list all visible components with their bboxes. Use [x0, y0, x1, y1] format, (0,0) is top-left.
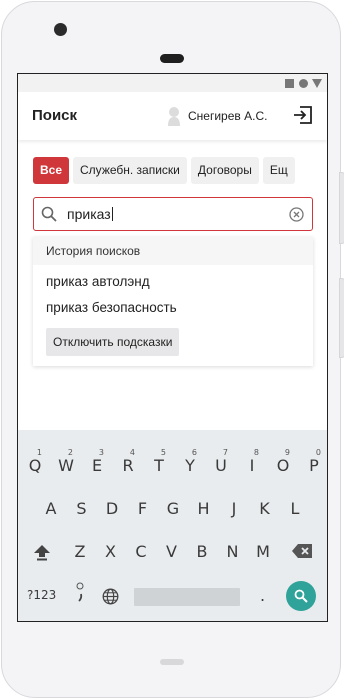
key-q[interactable]: Q1 — [26, 448, 44, 475]
key-l[interactable]: L — [286, 499, 304, 518]
status-bar — [18, 74, 327, 92]
key-label: Q — [28, 456, 42, 475]
volume-button — [339, 172, 344, 244]
app-bar: Поиск Снегирев А.С. — [18, 92, 327, 140]
clear-icon[interactable] — [289, 207, 304, 222]
power-button — [339, 278, 344, 358]
user-icon — [168, 107, 180, 126]
key-label: I — [249, 456, 255, 475]
key-o[interactable]: O9 — [274, 448, 292, 475]
filter-chips: Все Служебн. записки Договоры Ещ — [33, 157, 299, 184]
globe-icon[interactable] — [102, 588, 119, 605]
phone-frame: Поиск Снегирев А.С. Все Служебн. записки Д… — [1, 1, 344, 698]
page-title: Поиск — [32, 107, 78, 124]
key-number-hint: 9 — [284, 448, 290, 457]
key-b[interactable]: B — [193, 542, 211, 561]
key-label: W — [58, 456, 74, 475]
key-k[interactable]: K — [256, 499, 274, 518]
key-i[interactable]: I8 — [243, 448, 261, 475]
key-r[interactable]: R4 — [119, 448, 137, 475]
back-icon — [312, 79, 322, 88]
key-y[interactable]: Y6 — [181, 448, 199, 475]
logout-icon[interactable] — [293, 106, 313, 124]
key-d[interactable]: D — [103, 499, 121, 518]
key-v[interactable]: V — [163, 542, 181, 561]
search-input[interactable]: приказ — [33, 197, 313, 231]
user-name[interactable]: Снегирев А.С. — [188, 109, 267, 123]
suggestions-header: История поисков — [33, 237, 313, 265]
key-m[interactable]: M — [254, 542, 272, 561]
key-label: P — [309, 456, 319, 475]
search-value: приказ — [67, 206, 111, 222]
home-icon — [299, 79, 308, 88]
key-number-hint: 1 — [36, 448, 42, 457]
backspace-icon[interactable] — [292, 544, 312, 558]
key-number-hint: 2 — [67, 448, 73, 457]
front-camera — [54, 23, 67, 36]
chip-more[interactable]: Ещ — [262, 157, 295, 184]
key-number-hint: 3 — [98, 448, 104, 457]
key-w[interactable]: W2 — [57, 448, 75, 475]
key-h[interactable]: H — [195, 499, 213, 518]
key-u[interactable]: U7 — [212, 448, 230, 475]
symbols-key[interactable]: ?123 — [27, 588, 56, 602]
period-key[interactable]: . — [260, 586, 265, 605]
search-icon — [294, 589, 308, 603]
key-c[interactable]: C — [132, 542, 150, 561]
key-x[interactable]: X — [102, 542, 120, 561]
key-number-hint: 0 — [315, 448, 321, 457]
text-caret — [111, 207, 113, 221]
key-e[interactable]: E3 — [88, 448, 106, 475]
key-t[interactable]: T5 — [150, 448, 168, 475]
suggestions-panel: История поисков приказ автолэнд приказ б… — [33, 237, 313, 366]
key-j[interactable]: J — [225, 499, 243, 518]
earpiece-speaker — [160, 54, 184, 63]
key-label: U — [215, 456, 227, 475]
key-label: T — [154, 456, 164, 475]
key-s[interactable]: S — [73, 499, 91, 518]
key-n[interactable]: N — [224, 542, 242, 561]
key-label: R — [122, 456, 134, 475]
key-number-hint: 7 — [222, 448, 228, 457]
shift-icon[interactable] — [33, 543, 51, 561]
space-key[interactable] — [134, 588, 240, 606]
key-z[interactable]: Z — [71, 542, 89, 561]
bottom-speaker — [160, 659, 184, 665]
screen: Поиск Снегирев А.С. Все Служебн. записки Д… — [17, 73, 328, 622]
key-number-hint: 4 — [129, 448, 135, 457]
key-label: Y — [185, 456, 195, 475]
key-number-hint: 6 — [191, 448, 197, 457]
chip-contracts[interactable]: Договоры — [190, 157, 259, 184]
key-label: E — [91, 456, 103, 475]
key-p[interactable]: P0 — [305, 448, 323, 475]
key-number-hint: 8 — [253, 448, 259, 457]
search-key[interactable] — [286, 581, 316, 611]
disable-suggestions-button[interactable]: Отключить подсказки — [46, 328, 180, 356]
key-a[interactable]: A — [42, 499, 60, 518]
key-g[interactable]: G — [164, 499, 182, 518]
chip-memos[interactable]: Служебн. записки — [73, 157, 187, 184]
chip-all[interactable]: Все — [33, 157, 70, 184]
key-label: O — [276, 456, 290, 475]
suggestion-item[interactable]: приказ безопасность — [33, 295, 313, 321]
search-icon — [41, 206, 57, 222]
recents-icon — [285, 79, 294, 88]
key-f[interactable]: F — [134, 499, 152, 518]
suggestion-item[interactable]: приказ автолэнд — [33, 269, 313, 295]
key-number-hint: 5 — [160, 448, 166, 457]
keyboard: Q1W2E3R4T5Y6U7I8O9P0 ASDFGHJKL ZXCVBNM ?… — [18, 430, 327, 621]
comma-key-icon[interactable] — [76, 582, 86, 602]
